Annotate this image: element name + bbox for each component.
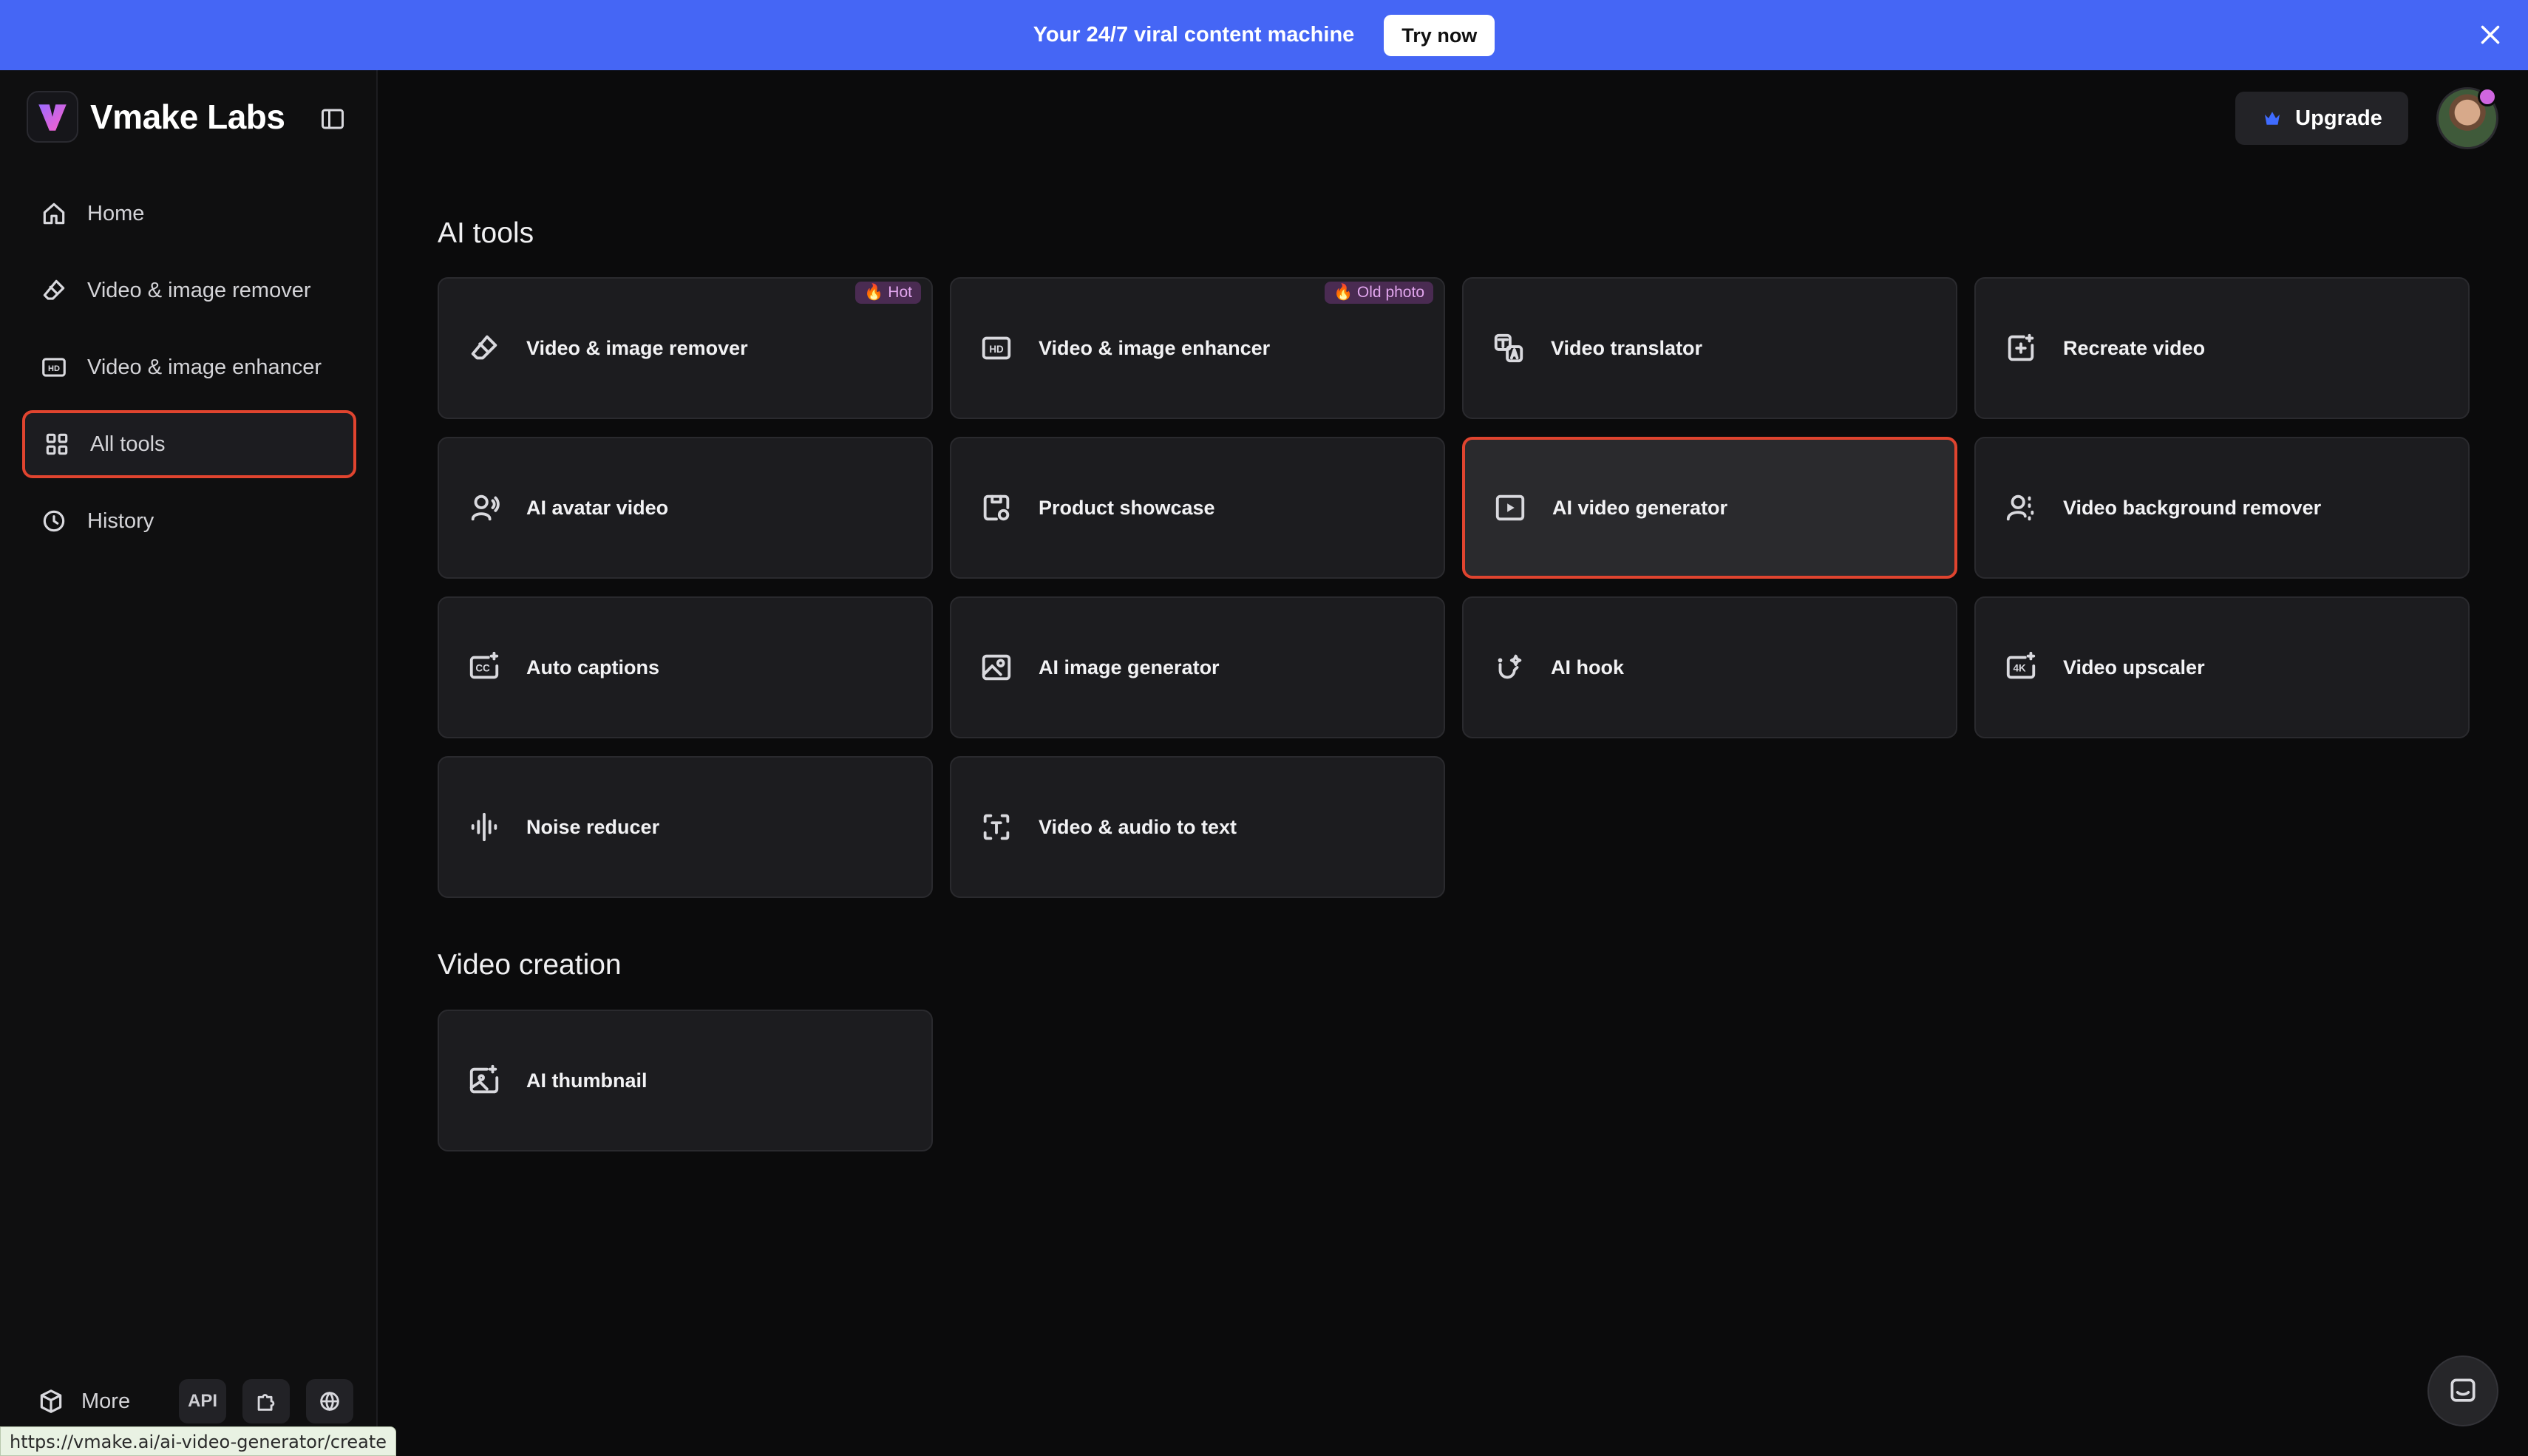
sidebar-item-label: History xyxy=(87,508,154,533)
logo[interactable]: Vmake Labs xyxy=(27,91,285,143)
tool-label: Product showcase xyxy=(1039,496,1215,519)
hot-badge: 🔥 Hot xyxy=(855,282,921,304)
sidebar-item-label: Video & image remover xyxy=(87,278,311,302)
svg-text:HD: HD xyxy=(48,364,60,373)
tool-card-ai-video-generator[interactable]: AI video generator xyxy=(1462,437,1957,579)
svg-text:HD: HD xyxy=(989,344,1004,355)
clock-icon xyxy=(43,510,65,532)
api-button[interactable]: API xyxy=(179,1379,227,1423)
status-url: https://vmake.ai/ai-video-generator/crea… xyxy=(0,1426,397,1456)
svg-text:CC: CC xyxy=(475,663,490,674)
eraser-icon xyxy=(43,279,65,300)
sidebar-item-all-tools[interactable]: All tools xyxy=(22,410,356,478)
tool-label: Video translator xyxy=(1551,336,1703,359)
tool-label: AI thumbnail xyxy=(526,1069,648,1092)
tool-card-video-background-remover[interactable]: Video background remover xyxy=(1974,437,2470,579)
chat-support-button[interactable] xyxy=(2427,1355,2498,1426)
more-button[interactable]: More xyxy=(81,1389,130,1414)
cc-icon: CC xyxy=(469,651,499,679)
bg-remover-icon xyxy=(2006,494,2034,521)
tool-card-video-upscaler[interactable]: 4K Video upscaler xyxy=(1974,596,2470,738)
old-photo-badge: 🔥 Old photo xyxy=(1324,282,1433,304)
avatar-badge xyxy=(2478,87,2497,106)
tool-card-ai-hook[interactable]: AI hook xyxy=(1462,596,1957,738)
hook-icon xyxy=(1498,654,1522,679)
upgrade-label: Upgrade xyxy=(2295,106,2382,130)
tool-card-recreate-video[interactable]: Recreate video xyxy=(1974,277,2470,419)
play-icon xyxy=(1495,494,1525,521)
upgrade-button[interactable]: Upgrade xyxy=(2235,92,2408,145)
try-now-button[interactable]: Try now xyxy=(1384,14,1495,56)
tool-label: AI image generator xyxy=(1039,656,1220,678)
tool-label: Video background remover xyxy=(2063,496,2322,519)
home-icon xyxy=(43,203,65,225)
tool-label: Video & image remover xyxy=(526,336,748,359)
tool-card-video-translator[interactable]: Video translator xyxy=(1462,277,1957,419)
image-icon xyxy=(982,654,1011,681)
sidebar-item-video-image-enhancer[interactable]: HD Video & image enhancer xyxy=(22,333,356,401)
sidebar-item-video-image-remover[interactable]: Video & image remover xyxy=(22,256,356,324)
crown-icon xyxy=(2265,112,2280,125)
sidebar-item-label: Video & image enhancer xyxy=(87,355,322,379)
language-button[interactable] xyxy=(306,1379,354,1423)
tool-card-auto-captions[interactable]: CC Auto captions xyxy=(438,596,933,738)
logo-text: Vmake Labs xyxy=(90,98,285,136)
close-icon[interactable] xyxy=(2475,19,2506,50)
tool-label: AI video generator xyxy=(1552,496,1728,519)
tool-card-ai-avatar-video[interactable]: AI avatar video xyxy=(438,437,933,579)
puzzle-icon xyxy=(257,1394,275,1411)
sidebar-item-history[interactable]: History xyxy=(22,487,356,555)
tool-card-product-showcase[interactable]: Product showcase xyxy=(950,437,1445,579)
tool-card-video-audio-to-text[interactable]: Video & audio to text xyxy=(950,756,1445,898)
tool-card-video-image-remover[interactable]: 🔥 Hot Video & image remover xyxy=(438,277,933,419)
sidebar-item-label: All tools xyxy=(90,432,166,456)
eraser-icon xyxy=(471,335,497,360)
tool-card-video-image-enhancer[interactable]: 🔥 Old photo HD Video & image enhancer xyxy=(950,277,1445,419)
banner-text: Your 24/7 viral content machine xyxy=(1033,23,1355,47)
logo-mark-icon xyxy=(27,91,78,143)
chat-icon xyxy=(2450,1378,2476,1402)
hd-icon: HD xyxy=(982,336,1011,360)
sidebar-footer: More API xyxy=(37,1379,354,1423)
sidebar-item-home[interactable]: Home xyxy=(22,180,356,248)
4k-icon: 4K xyxy=(2006,651,2036,679)
grid-icon xyxy=(46,433,68,455)
waveform-icon xyxy=(471,812,497,842)
tool-card-noise-reducer[interactable]: Noise reducer xyxy=(438,756,933,898)
tool-label: AI avatar video xyxy=(526,496,669,519)
product-icon xyxy=(983,494,1010,521)
sidebar-collapse-icon[interactable] xyxy=(319,106,346,132)
tool-label: Video & audio to text xyxy=(1039,815,1237,838)
tool-label: Auto captions xyxy=(526,656,659,678)
section-title-video-creation: Video creation xyxy=(438,949,622,981)
hd-icon: HD xyxy=(42,358,66,377)
tool-card-ai-image-generator[interactable]: AI image generator xyxy=(950,596,1445,738)
tool-label: Recreate video xyxy=(2063,336,2206,359)
avatar-icon xyxy=(471,494,500,521)
section-title-ai-tools: AI tools xyxy=(438,217,534,249)
tool-label: AI hook xyxy=(1551,656,1624,678)
translate-icon xyxy=(1494,333,1523,363)
text-scan-icon xyxy=(983,814,1010,840)
tool-label: Video & image enhancer xyxy=(1039,336,1271,359)
box-icon xyxy=(40,1389,62,1413)
tool-card-ai-thumbnail[interactable]: AI thumbnail xyxy=(438,1010,933,1151)
sidebar-nav: Home Video & image remover HD Video & im… xyxy=(22,180,356,564)
tool-label: Video upscaler xyxy=(2063,656,2205,678)
sidebar: Vmake Labs Home Video & image remover HD… xyxy=(0,70,378,1456)
tool-label: Noise reducer xyxy=(526,815,660,838)
promo-banner: Your 24/7 viral content machine Try now xyxy=(0,0,2528,70)
plugin-button[interactable] xyxy=(242,1379,290,1423)
globe-icon xyxy=(320,1392,339,1411)
svg-text:4K: 4K xyxy=(2014,663,2026,674)
thumbnail-icon xyxy=(469,1064,499,1094)
recreate-icon xyxy=(2008,333,2034,361)
sidebar-item-label: Home xyxy=(87,201,145,225)
